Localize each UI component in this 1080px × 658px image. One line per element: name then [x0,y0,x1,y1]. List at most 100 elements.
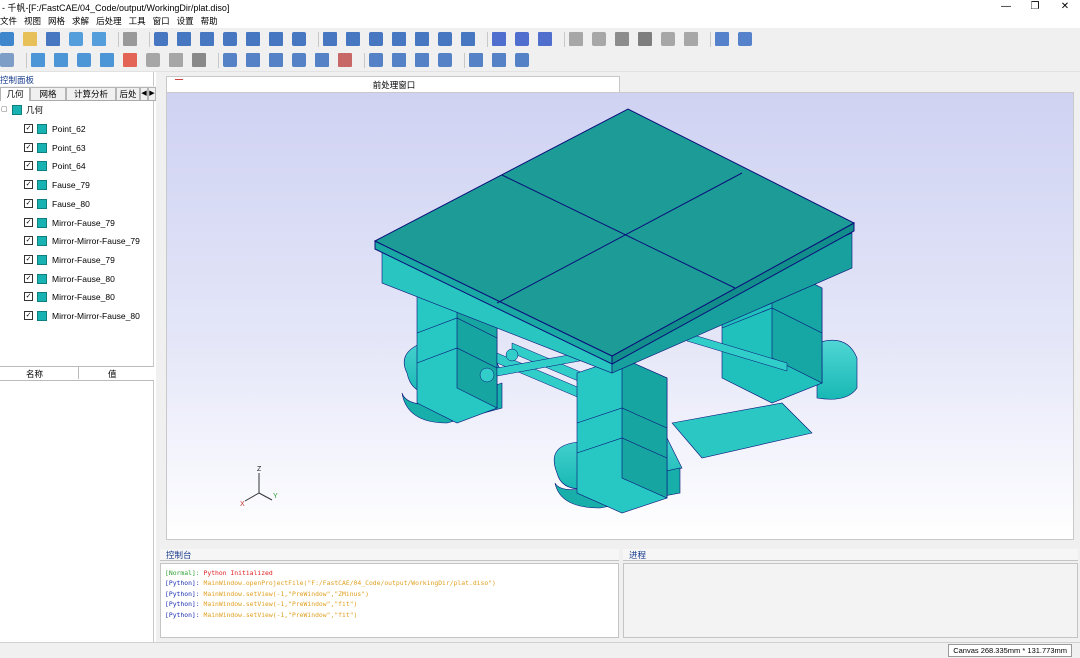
boolean-cut-icon[interactable] [246,53,260,67]
view-y-plus-icon[interactable] [223,32,237,46]
copy2-icon[interactable] [315,53,329,67]
sphere-icon[interactable] [100,53,114,67]
3d-viewport[interactable]: Z Y X [166,92,1074,540]
scale-icon[interactable] [438,53,452,67]
menu-item[interactable]: 文件 [0,14,17,28]
measure-icon[interactable] [192,53,206,67]
select-points-icon[interactable] [461,32,475,46]
undo-icon[interactable] [715,32,729,46]
visibility-checkbox[interactable]: ✓ [24,273,33,283]
visibility-checkbox[interactable]: ✓ [24,198,33,208]
calculator-icon[interactable] [123,32,137,46]
cylinder-icon[interactable] [54,53,68,67]
tree-item[interactable]: ✓ Point_64 [0,157,156,175]
move-icon[interactable] [392,53,406,67]
mirror-icon[interactable] [369,53,383,67]
boolean-union-icon[interactable] [223,53,237,67]
view-z-minus-icon[interactable] [292,32,306,46]
tree-item[interactable]: ✓ Fause_79 [0,176,156,194]
tree-item[interactable]: ✓ Mirror-Fause_79 [0,214,156,232]
import-geometry-icon[interactable] [69,32,83,46]
visibility-checkbox[interactable]: ✓ [24,180,33,190]
tab-scroll-left[interactable]: ◀ [140,87,148,100]
pre-window-tab[interactable]: 前处理窗口 [166,76,620,92]
box-solid-icon[interactable] [615,32,629,46]
menu-item[interactable]: 网格 [48,14,65,28]
tab-analysis[interactable]: 计算分析 [66,87,116,100]
view-x-minus-icon[interactable] [200,32,214,46]
tab-mesh[interactable]: 网格 [30,87,66,100]
expand-icon[interactable]: ▢ [1,101,8,119]
visibility-checkbox[interactable]: ✓ [24,236,33,246]
extrude-icon[interactable] [469,53,483,67]
select-box-icon[interactable] [392,32,406,46]
menu-item[interactable]: 后处理 [96,14,122,28]
menu-item[interactable]: 帮助 [201,14,218,28]
open-folder-icon[interactable] [23,32,37,46]
display-wire-icon[interactable] [515,32,529,46]
copy-icon[interactable] [292,53,306,67]
tree-item[interactable]: ✓ Fause_80 [0,195,156,213]
box-shaded-icon[interactable] [638,32,652,46]
visibility-checkbox[interactable]: ✓ [24,124,33,133]
visibility-checkbox[interactable]: ✓ [24,161,33,171]
select-cell-icon[interactable] [415,32,429,46]
fit-view-icon[interactable] [154,32,168,46]
tab-scroll-right[interactable]: ▶ [148,87,156,100]
dot-line-icon[interactable] [169,53,183,67]
line-icon[interactable] [146,53,160,67]
chart-icon[interactable] [0,53,14,67]
visibility-checkbox[interactable]: ✓ [24,254,33,264]
new-icon[interactable] [0,32,14,46]
tree-item[interactable]: ✓ Point_63 [0,139,156,157]
arrow-icon[interactable] [123,53,137,67]
tree-item[interactable]: ✓ Mirror-Fause_79 [0,251,156,269]
tab-geometry[interactable]: 几何 [0,87,30,101]
save-icon[interactable] [46,32,60,46]
box-wire-icon[interactable] [592,32,606,46]
model-view[interactable]: Z Y X [167,93,1073,539]
select-node-icon[interactable] [438,32,452,46]
menu-item[interactable]: 设置 [177,14,194,28]
display-points-icon[interactable] [538,32,552,46]
visibility-checkbox[interactable]: ✓ [24,292,33,302]
menu-item[interactable]: 工具 [129,14,146,28]
minimize-button[interactable]: — [991,0,1021,14]
tree-item[interactable]: ✓ Mirror-Mirror-Fause_79 [0,232,156,250]
cone-icon[interactable] [77,53,91,67]
view-y-minus-icon[interactable] [246,32,260,46]
filter-icon[interactable] [323,32,337,46]
view-z-plus-icon[interactable] [269,32,283,46]
visibility-checkbox[interactable]: ✓ [24,311,33,320]
box-transparent-icon[interactable] [661,32,675,46]
menu-item[interactable]: 窗口 [153,14,170,28]
tree-item[interactable]: ✓ Point_62 [0,120,156,138]
close-button[interactable]: ✕ [1050,0,1080,14]
tree-item[interactable]: ✓ Mirror-Mirror-Fause_80 [0,307,156,325]
loft-icon[interactable] [515,53,529,67]
boolean-common-icon[interactable] [269,53,283,67]
tree-root[interactable]: ▢ 几何 [0,101,156,119]
tab-post[interactable]: 后处 [116,87,140,100]
redo-icon[interactable] [738,32,752,46]
select-mesh-icon[interactable] [369,32,383,46]
visibility-checkbox[interactable]: ✓ [24,142,33,152]
display-solid-icon[interactable] [492,32,506,46]
visibility-checkbox[interactable]: ✓ [24,217,33,227]
box-outline-icon[interactable] [569,32,583,46]
box-edges-icon[interactable] [684,32,698,46]
select-surface-icon[interactable] [346,32,360,46]
menu-item[interactable]: 视图 [24,14,41,28]
maximize-button[interactable]: ❐ [1020,0,1050,14]
sweep-icon[interactable] [492,53,506,67]
console-line-message: MainWindow.setView(-1,"PreWindow","ZMinu… [203,589,369,598]
rotate-icon[interactable] [415,53,429,67]
paste-icon[interactable] [338,53,352,67]
export-geometry-icon[interactable] [92,32,106,46]
menu-item[interactable]: 求解 [72,14,89,28]
tree-item[interactable]: ✓ Mirror-Fause_80 [0,270,156,288]
cube-icon[interactable] [31,53,45,67]
console-output[interactable]: [Normal]: Python Initialized [Python]: Ma… [160,563,619,638]
view-x-plus-icon[interactable] [177,32,191,46]
tree-item[interactable]: ✓ Mirror-Fause_80 [0,288,156,306]
